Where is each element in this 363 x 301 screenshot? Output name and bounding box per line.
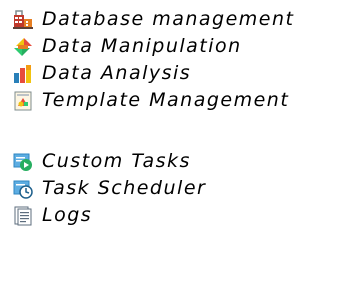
menu-separator	[12, 114, 294, 148]
task-scheduler-icon	[12, 178, 34, 200]
menu-item-label: Data Manipulation	[42, 35, 242, 57]
navigation-menu: Database management Data Manipulation Da…	[12, 6, 294, 229]
menu-item-logs[interactable]: Logs	[12, 202, 294, 229]
menu-item-task-scheduler[interactable]: Task Scheduler	[12, 175, 294, 202]
menu-item-label: Custom Tasks	[42, 150, 191, 172]
custom-tasks-icon	[12, 151, 34, 173]
menu-item-custom-tasks[interactable]: Custom Tasks	[12, 148, 294, 175]
menu-item-database-management[interactable]: Database management	[12, 6, 294, 33]
menu-item-label: Database management	[42, 8, 295, 30]
data-analysis-icon	[12, 63, 34, 85]
menu-item-data-analysis[interactable]: Data Analysis	[12, 60, 294, 87]
template-management-icon	[12, 90, 34, 112]
menu-item-template-management[interactable]: Template Management	[12, 87, 294, 114]
menu-item-label: Data Analysis	[42, 62, 192, 84]
menu-item-label: Template Management	[42, 89, 290, 111]
menu-item-label: Logs	[42, 204, 93, 226]
data-manipulation-icon	[12, 36, 34, 58]
logs-icon	[12, 205, 34, 227]
database-management-icon	[12, 9, 34, 31]
menu-item-data-manipulation[interactable]: Data Manipulation	[12, 33, 294, 60]
menu-item-label: Task Scheduler	[42, 177, 207, 199]
